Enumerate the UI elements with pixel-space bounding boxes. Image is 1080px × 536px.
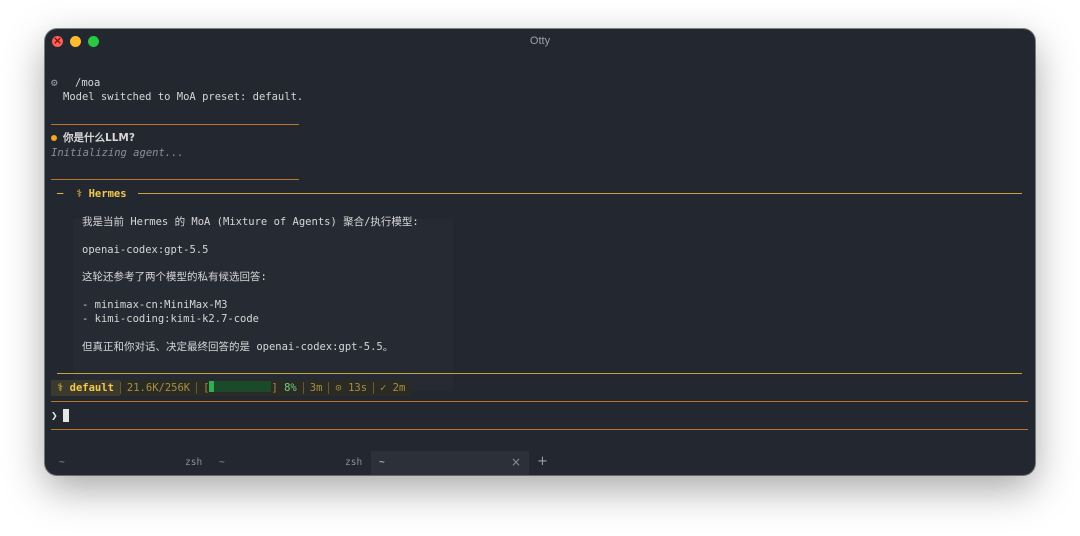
divider [51,179,299,180]
elapsed-time: 3m [303,380,329,396]
input-bottom-rule [51,429,1028,430]
context-usage: [] 8% [197,380,303,396]
context-usage-fill [209,381,215,392]
response-bottom-rule [57,373,1022,374]
input-top-rule [51,401,1028,402]
tab-2[interactable]: ~ zsh [219,451,369,475]
user-prompt: 你是什么LLM? [63,132,135,144]
response-line: 我是当前 Hermes 的 MoA (Mixture of Agents) 聚合… [82,216,419,228]
tab-3-active[interactable]: ~ × [371,451,529,475]
tab-bar: ~ zsh ~ zsh ~ × + [45,451,1035,475]
completion-time: ✓ 2m [374,380,412,396]
response-line: openai-codex:gpt-5.5 [82,244,209,256]
status-bar: ⚕ default 21.6K/256K [] 8% 3m ⊙ 13s ✓ 2m [51,380,412,396]
response-line: 但真正和你对话、决定最终回答的是 openai-codex:gpt-5.5。 [82,341,394,353]
context-usage-bar [209,381,272,392]
tab-close-icon[interactable]: × [511,455,521,469]
command-output: Model switched to MoA preset: default. [63,91,304,103]
response-line: 这轮还参考了两个模型的私有候选回答: [82,271,267,283]
divider [51,124,299,125]
response-line: - minimax-cn:MiniMax-M3 [82,299,228,311]
prompt-symbol: ❯ [51,409,58,422]
window-title: Otty [529,35,551,47]
input-cursor[interactable] [63,409,69,422]
terminal-window: Otty ⚙ /moa Model switched to MoA preset… [45,29,1035,475]
timer: ⊙ 13s [329,380,374,396]
title-bar: Otty [45,29,1035,55]
agent-status: Initializing agent... [51,147,184,159]
gear-icon: ⚙ [51,76,58,89]
new-tab-button[interactable]: + [537,454,548,469]
response-header: ─ ⚕ Hermes [57,188,127,200]
usage-percent: 8% [284,382,297,394]
command-line: /moa [75,77,101,89]
response-line: - kimi-coding:kimi-k2.7-code [82,313,260,325]
user-message-dot-icon [51,135,57,141]
response-top-rule [138,193,1022,194]
preset-label: ⚕ default [51,380,120,396]
tab-1[interactable]: ~ zsh [59,451,209,475]
token-count: 21.6K/256K [120,380,197,396]
